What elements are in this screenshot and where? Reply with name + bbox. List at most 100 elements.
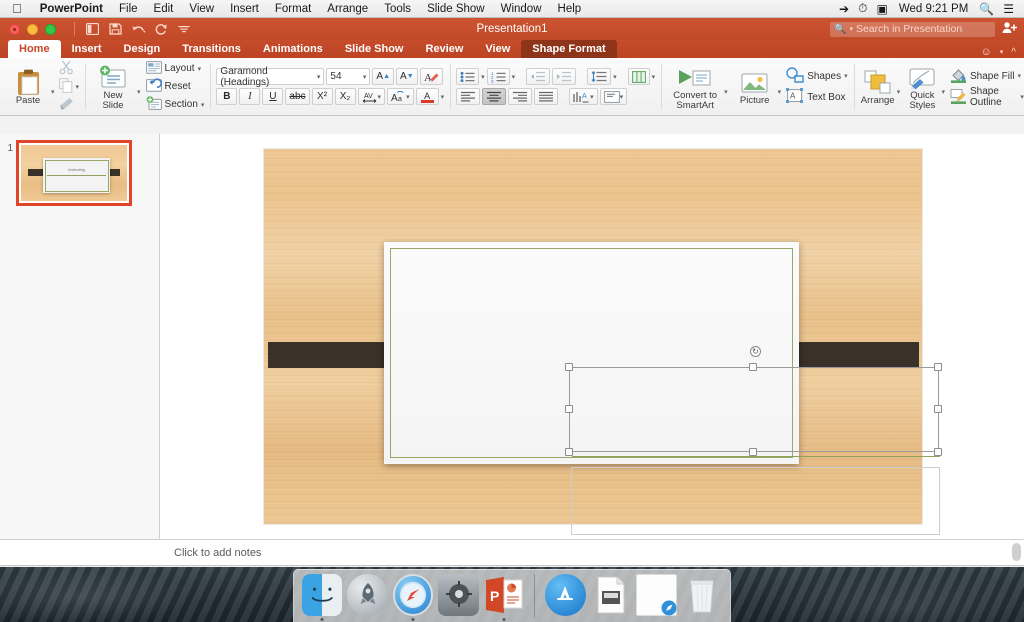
dock-item-launchpad[interactable]: [347, 574, 387, 616]
quick-styles-caret-icon[interactable]: ▾: [941, 88, 945, 96]
change-case-caret-icon[interactable]: ▾: [406, 93, 410, 101]
line-spacing-button[interactable]: [587, 68, 611, 85]
dock-item-safari[interactable]: [393, 574, 433, 616]
shapes-caret-icon[interactable]: ▾: [844, 72, 848, 80]
menu-app-name[interactable]: PowerPoint: [32, 3, 111, 15]
menu-item-format[interactable]: Format: [267, 3, 319, 15]
add-user-icon[interactable]: [1002, 21, 1017, 37]
notes-scrollbar[interactable]: [1012, 543, 1021, 561]
tab-view[interactable]: View: [474, 40, 521, 58]
character-spacing-caret-icon[interactable]: ▾: [378, 93, 382, 101]
font-color-button[interactable]: A: [416, 88, 439, 105]
save-icon[interactable]: [105, 20, 125, 38]
tab-home[interactable]: Home: [8, 40, 61, 58]
menu-item-insert[interactable]: Insert: [222, 3, 267, 15]
resize-handle-top-center[interactable]: [749, 363, 757, 371]
menu-item-file[interactable]: File: [111, 3, 146, 15]
shrink-font-button[interactable]: A▼: [396, 68, 418, 85]
clear-formatting-button[interactable]: A: [420, 68, 443, 85]
justify-button[interactable]: [534, 88, 558, 105]
menu-item-view[interactable]: View: [181, 3, 222, 15]
tab-insert[interactable]: Insert: [61, 40, 113, 58]
dock-item-document[interactable]: [591, 574, 631, 616]
align-right-button[interactable]: [508, 88, 532, 105]
dock-item-powerpoint[interactable]: P: [484, 574, 524, 616]
tab-shape-format[interactable]: Shape Format: [521, 40, 616, 58]
picture-caret-icon[interactable]: ▾: [778, 88, 782, 96]
grow-font-button[interactable]: A▲: [372, 68, 394, 85]
redo-icon[interactable]: [151, 20, 171, 38]
font-name-caret-icon[interactable]: ▾: [317, 73, 321, 81]
arrange-button[interactable]: Arrange: [860, 60, 896, 114]
notes-pane[interactable]: Click to add notes: [0, 539, 1024, 565]
tab-animations[interactable]: Animations: [252, 40, 334, 58]
dock-item-finder[interactable]: [302, 574, 342, 616]
align-text-button[interactable]: ▾: [600, 88, 628, 105]
text-direction-button[interactable]: A ▾: [569, 88, 598, 105]
align-left-button[interactable]: [456, 88, 480, 105]
cut-button[interactable]: [59, 61, 80, 77]
numbering-caret-icon[interactable]: ▾: [512, 73, 516, 81]
font-size-input[interactable]: 54 ▾: [326, 68, 370, 85]
strikethrough-button[interactable]: abc: [285, 88, 309, 105]
resize-handle-bottom-right[interactable]: [934, 448, 942, 456]
new-slide-caret-icon[interactable]: ▾: [137, 88, 141, 96]
tab-transitions[interactable]: Transitions: [171, 40, 252, 58]
search-input[interactable]: 🔍 ▾ Search in Presentation: [830, 22, 995, 37]
align-text-caret-icon[interactable]: ▾: [620, 93, 624, 101]
layout-caret-icon[interactable]: ▾: [198, 65, 202, 73]
resize-handle-bottom-center[interactable]: [749, 448, 757, 456]
slide-canvas[interactable]: ↻: [160, 134, 1024, 539]
shape-fill-caret-icon[interactable]: ▾: [1017, 72, 1021, 80]
content-placeholder[interactable]: [571, 467, 940, 535]
cursor-icon[interactable]: ➔: [839, 2, 849, 16]
shape-fill-button[interactable]: Shape Fill ▾: [950, 68, 1024, 84]
arrange-caret-icon[interactable]: ▾: [897, 88, 901, 96]
undo-icon[interactable]: [128, 20, 148, 38]
menu-item-tools[interactable]: Tools: [376, 3, 419, 15]
title-placeholder[interactable]: [569, 367, 939, 452]
change-case-button[interactable]: Aa ▾: [387, 88, 414, 105]
minimize-button[interactable]: [27, 24, 38, 35]
smartart-caret-icon[interactable]: ▾: [724, 88, 728, 96]
slide-thumbnail-1[interactable]: Instructing: [16, 140, 132, 206]
menu-item-help[interactable]: Help: [550, 3, 590, 15]
airplay-icon[interactable]: ⏱: [858, 1, 867, 16]
menu-item-slide-show[interactable]: Slide Show: [419, 3, 493, 15]
dock-item-trash[interactable]: [682, 574, 722, 616]
character-spacing-button[interactable]: AV ▾: [358, 88, 386, 105]
numbering-button[interactable]: 123: [487, 68, 510, 85]
columns-caret-icon[interactable]: ▾: [652, 73, 656, 81]
increase-indent-button[interactable]: [552, 68, 576, 85]
underline-button[interactable]: U: [262, 88, 283, 105]
layout-button[interactable]: Layout ▾: [146, 61, 205, 77]
section-button[interactable]: Section ▾: [146, 97, 205, 113]
dock-item-app-store[interactable]: [545, 574, 585, 616]
section-caret-icon[interactable]: ▾: [201, 101, 205, 109]
subscript-button[interactable]: X₂: [335, 88, 356, 105]
decrease-indent-button[interactable]: [526, 68, 550, 85]
close-button[interactable]: [9, 24, 20, 35]
search-icon[interactable]: 🔍: [979, 2, 994, 16]
font-name-input[interactable]: Garamond (Headings) ▾: [216, 68, 324, 85]
font-color-caret-icon[interactable]: ▾: [441, 93, 445, 101]
columns-button[interactable]: [628, 68, 650, 85]
paste-button[interactable]: Paste: [6, 60, 50, 114]
text-direction-caret-icon[interactable]: ▾: [590, 93, 594, 101]
smiley-icon[interactable]: ☺: [981, 46, 992, 58]
dock-item-white-file[interactable]: [636, 574, 676, 616]
menubar-clock[interactable]: Wed 9:21 PM: [897, 3, 970, 15]
rotate-icon[interactable]: ↻: [750, 346, 761, 357]
resize-handle-bottom-left[interactable]: [565, 448, 573, 456]
quick-styles-button[interactable]: Quick Styles: [904, 60, 940, 114]
apple-logo-icon[interactable]: : [12, 2, 22, 15]
shape-outline-caret-icon[interactable]: ▾: [1020, 93, 1024, 101]
dock-item-system-preferences[interactable]: [438, 574, 478, 616]
menu-item-edit[interactable]: Edit: [146, 3, 182, 15]
customize-icon[interactable]: [174, 20, 194, 38]
text-box-button[interactable]: A Text Box: [786, 89, 847, 105]
font-size-caret-icon[interactable]: ▾: [363, 73, 367, 81]
smiley-caret-icon[interactable]: ▾: [1000, 48, 1004, 56]
convert-to-smartart-button[interactable]: Convert to SmartArt: [667, 60, 723, 114]
slide-thumbnail-pane[interactable]: 1 Instructing: [0, 134, 160, 539]
